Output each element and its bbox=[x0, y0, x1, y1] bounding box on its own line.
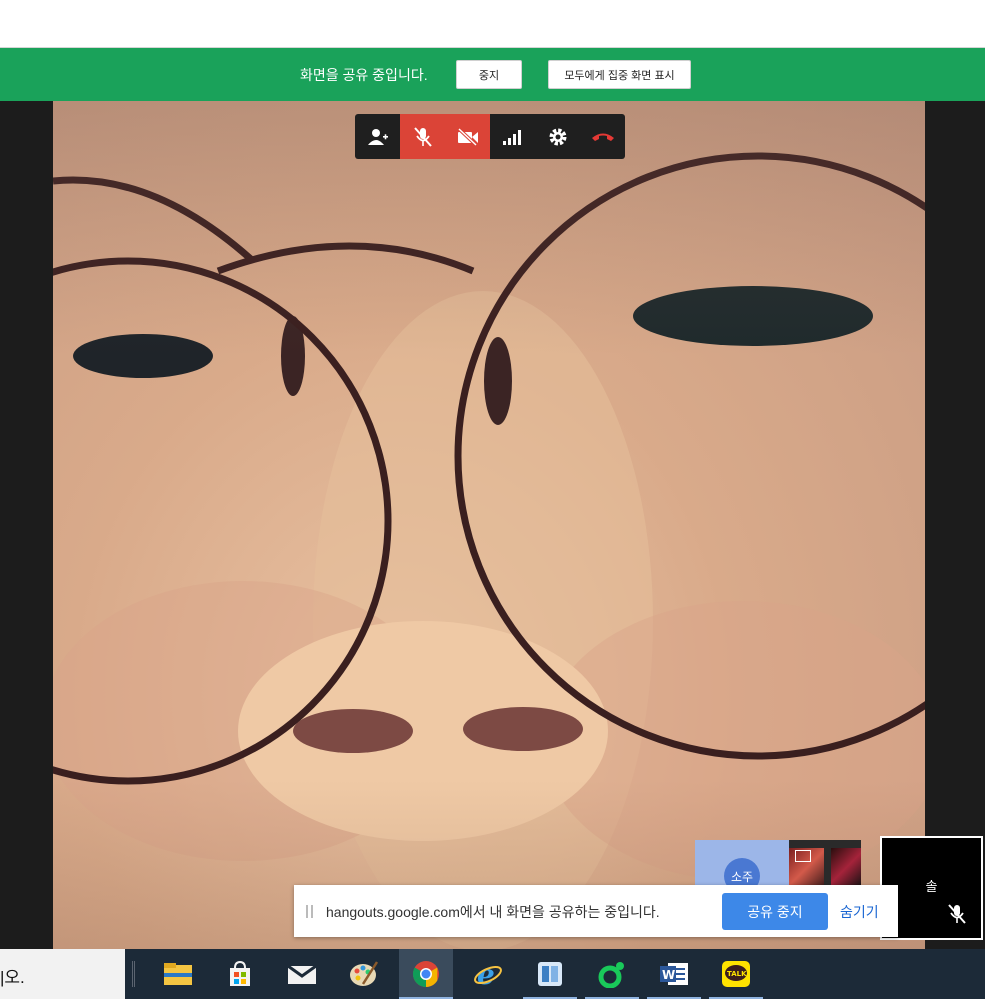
share-notification-bar: hangouts.google.com에서 내 화면을 공유하는 중입니다. 공… bbox=[294, 885, 898, 937]
kakao-label: TALK bbox=[727, 970, 747, 978]
camera-off-icon bbox=[457, 127, 478, 146]
mail-icon bbox=[287, 964, 317, 984]
taskbar-file-explorer[interactable] bbox=[151, 949, 205, 999]
hang-up-icon bbox=[591, 133, 614, 141]
app-icon bbox=[538, 962, 562, 986]
naver-line-icon bbox=[598, 962, 624, 988]
taskbar-paint[interactable] bbox=[337, 949, 391, 999]
taskbar-word[interactable]: W bbox=[647, 949, 701, 999]
microsoft-store-icon bbox=[230, 961, 250, 986]
video-shading bbox=[53, 101, 925, 949]
taskbar-search-box[interactable]: |오. bbox=[0, 949, 125, 999]
screen-share-icon bbox=[795, 850, 811, 862]
mic-off-icon bbox=[413, 126, 432, 147]
main-video-feed bbox=[53, 101, 925, 949]
add-person-icon bbox=[367, 128, 388, 145]
taskbar-mail[interactable] bbox=[275, 949, 329, 999]
browser-top-bar bbox=[0, 0, 985, 48]
mic-off-icon bbox=[948, 904, 966, 924]
taskbar-app[interactable] bbox=[523, 949, 577, 999]
hide-notification-link[interactable]: 숨기기 bbox=[840, 902, 879, 922]
call-controls bbox=[355, 114, 625, 159]
taskbar-kakaotalk[interactable]: TALK bbox=[709, 949, 763, 999]
share-status-text: 화면을 공유 중입니다. bbox=[300, 67, 428, 83]
kakaotalk-icon: TALK bbox=[722, 961, 750, 987]
stop-sharing-button[interactable]: 공유 중지 bbox=[722, 893, 828, 930]
settings-button[interactable] bbox=[535, 114, 580, 159]
taskbar-store[interactable] bbox=[213, 949, 267, 999]
focus-for-everyone-button[interactable]: 모두에게 집중 화면 표시 bbox=[548, 60, 691, 89]
gear-icon bbox=[549, 128, 566, 145]
paint-icon bbox=[350, 961, 379, 986]
signal-icon bbox=[502, 129, 521, 145]
chrome-icon bbox=[412, 961, 439, 988]
taskbar-line[interactable] bbox=[585, 949, 639, 999]
word-label: W bbox=[662, 968, 675, 982]
share-notification-text: hangouts.google.com에서 내 화면을 공유하는 중입니다. bbox=[326, 904, 660, 920]
mute-microphone-button[interactable] bbox=[400, 114, 445, 159]
hang-up-button[interactable] bbox=[580, 114, 625, 159]
file-explorer-icon bbox=[164, 963, 192, 985]
windows-taskbar: |오. e W TALK bbox=[0, 949, 985, 999]
taskbar-separator bbox=[132, 961, 135, 987]
internet-explorer-icon: e bbox=[474, 960, 502, 988]
stop-share-button[interactable]: 중지 bbox=[456, 60, 522, 89]
search-text: |오. bbox=[0, 968, 25, 987]
camera-off-button[interactable] bbox=[445, 114, 490, 159]
add-person-button[interactable] bbox=[355, 114, 400, 159]
connection-quality-button[interactable] bbox=[490, 114, 535, 159]
screen-share-bar: 화면을 공유 중입니다. 중지 모두에게 집중 화면 표시 bbox=[0, 48, 985, 101]
word-icon: W bbox=[660, 963, 688, 985]
shared-screen-preview-2 bbox=[831, 848, 861, 888]
taskbar-internet-explorer[interactable]: e bbox=[461, 949, 515, 999]
drag-handle-icon[interactable] bbox=[306, 905, 313, 918]
taskbar-chrome[interactable] bbox=[399, 949, 453, 999]
